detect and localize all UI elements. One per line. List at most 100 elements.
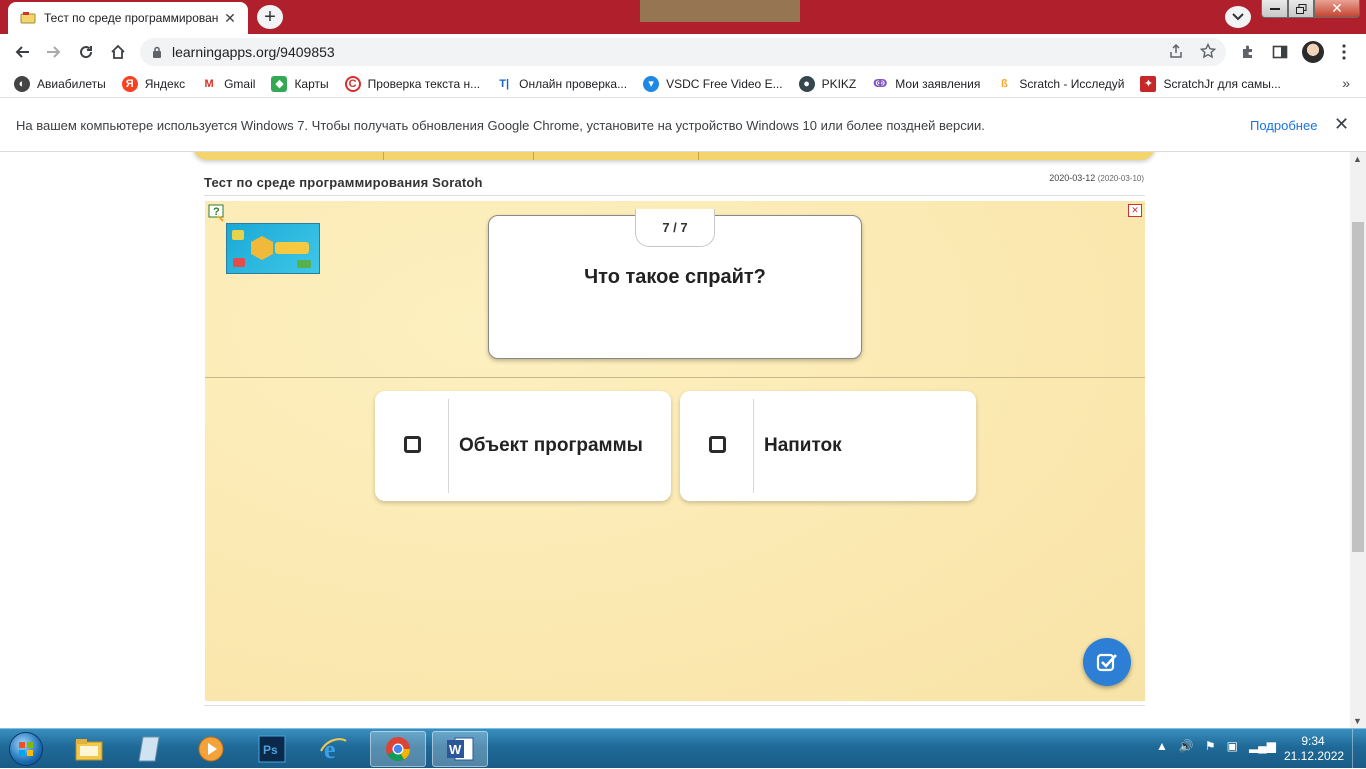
arrow-left-icon: [15, 46, 29, 58]
app-date-value: 2020-03-12: [1049, 173, 1096, 183]
media-player-icon: [198, 736, 224, 762]
reload-icon: [80, 46, 93, 59]
taskbar-clock[interactable]: 9:34 21.12.2022: [1284, 734, 1344, 764]
bookmark-item[interactable]: ✦ ScratchJr для самы...: [1140, 75, 1281, 92]
volume-icon[interactable]: 🔊: [1179, 739, 1194, 753]
question-counter: 7 / 7: [635, 209, 715, 247]
answer-label: Напиток: [764, 435, 842, 456]
profile-avatar[interactable]: [1302, 41, 1324, 63]
bookmark-label: Авиабилеты: [37, 76, 106, 91]
bookmark-label: VSDC Free Video E...: [666, 76, 783, 91]
app-title: Тест по среде программирования Soratoh: [204, 175, 483, 190]
address-bar[interactable]: learningapps.org/9409853: [140, 38, 1226, 66]
page-scrollbar[interactable]: ▲ ▼: [1350, 152, 1366, 728]
scrollbar-thumb[interactable]: [1352, 222, 1364, 552]
device-icon[interactable]: ▣: [1227, 739, 1238, 753]
clock-time: 9:34: [1301, 734, 1325, 748]
question-text: Что такое спрайт?: [584, 266, 766, 288]
bookmark-item[interactable]: C Проверка текста н...: [344, 75, 480, 92]
menu-kebab-icon[interactable]: [1334, 42, 1354, 62]
forward-button[interactable]: [42, 40, 66, 64]
share-icon[interactable]: [1168, 43, 1184, 59]
scroll-up-icon[interactable]: ▲: [1353, 154, 1362, 164]
bookmark-item[interactable]: ◆ Карты: [271, 75, 329, 92]
start-button[interactable]: [4, 731, 48, 767]
url-text: learningapps.org/9409853: [172, 44, 335, 60]
bookmark-item[interactable]: M Gmail: [201, 76, 256, 92]
explorer-taskbar-button[interactable]: [61, 731, 117, 767]
ie-taskbar-button[interactable]: e: [305, 731, 361, 767]
restore-icon: [1295, 3, 1306, 14]
page-content: Тест по среде программирования Soratoh 2…: [0, 152, 1350, 728]
reload-button[interactable]: [74, 40, 98, 64]
chrome-taskbar-button[interactable]: [370, 731, 426, 767]
media-taskbar-button[interactable]: [183, 731, 239, 767]
photoshop-taskbar-button[interactable]: Ps: [244, 731, 300, 767]
tab-title: Тест по среде программирован: [44, 11, 219, 25]
answer-separator: [448, 399, 449, 493]
image-hexagon: [251, 236, 273, 260]
checkbox-icon[interactable]: [709, 436, 726, 453]
infobar-close-icon[interactable]: ✕: [1334, 114, 1349, 135]
scroll-down-icon[interactable]: ▼: [1353, 716, 1362, 726]
answer-option[interactable]: Напиток: [680, 391, 976, 501]
browser-tab[interactable]: Тест по среде программирован ✕: [8, 2, 248, 34]
word-taskbar-button[interactable]: W: [432, 731, 488, 767]
fullscreen-icon[interactable]: ✕: [1128, 204, 1142, 217]
bookmark-item[interactable]: Я Яндекс: [121, 75, 186, 92]
new-tab-button[interactable]: +: [257, 5, 283, 29]
folder-icon: [75, 739, 103, 761]
extensions-icon[interactable]: [1238, 42, 1258, 62]
bookmark-item[interactable]: T| Онлайн проверка...: [496, 76, 627, 92]
applications-icon: ↂ: [873, 78, 888, 90]
bookmark-star-icon[interactable]: [1200, 43, 1216, 59]
side-panel-icon[interactable]: [1270, 42, 1290, 62]
app-stage: ? ✕ 7 / 7 Что такое спрайт? Объект прогр…: [205, 201, 1145, 701]
image-logo: [275, 242, 309, 254]
internet-explorer-icon: e: [320, 735, 347, 763]
stage-divider: [205, 377, 1145, 378]
checkbox-icon[interactable]: [404, 436, 421, 453]
answer-option[interactable]: Объект программы: [375, 391, 671, 501]
bookmark-label: Яндекс: [144, 76, 186, 91]
signal-icon[interactable]: ▂▄▆: [1249, 739, 1276, 753]
menu-divider: [533, 152, 534, 160]
check-answers-button[interactable]: [1083, 638, 1131, 686]
help-icon[interactable]: ?: [208, 204, 226, 222]
bookmark-item[interactable]: ◐ Авиабилеты: [14, 75, 106, 92]
pkikz-icon: ●: [798, 75, 815, 92]
title-underline: [204, 195, 1145, 196]
app-date: 2020-03-12 (2020-03-10): [1049, 173, 1144, 183]
window-close-button[interactable]: ✕: [1314, 0, 1360, 18]
bookmark-item[interactable]: ↂ Мои заявления: [872, 76, 980, 92]
photoshop-icon: Ps: [258, 735, 286, 763]
image-block: [297, 260, 311, 268]
word-icon: W: [447, 737, 474, 761]
scratchjr-icon: ✦: [1140, 75, 1157, 92]
bookmark-label: Карты: [294, 76, 329, 91]
notepad-taskbar-button[interactable]: [122, 731, 178, 767]
tab-search-button[interactable]: [1225, 6, 1251, 28]
bookmarks-bar: ◐ Авиабилеты Я Яндекс M Gmail ◆ Карты C Прове…: [0, 70, 1366, 98]
system-tray: ▲ 🔊 ⚑ ▣ ▂▄▆: [1156, 739, 1276, 753]
home-button[interactable]: [106, 40, 130, 64]
tab-close-icon[interactable]: ✕: [222, 10, 238, 27]
close-icon: ✕: [1331, 0, 1343, 16]
bookmark-item[interactable]: ß Scratch - Исследуй: [996, 76, 1124, 92]
show-desktop-button[interactable]: [1352, 729, 1366, 769]
window-restore-button[interactable]: [1288, 0, 1314, 18]
tray-expand-icon[interactable]: ▲: [1156, 739, 1168, 753]
bookmark-item[interactable]: ▾ VSDC Free Video E...: [643, 75, 783, 92]
task-image[interactable]: [226, 223, 320, 274]
infobar-message: На вашем компьютере используется Windows…: [16, 118, 985, 133]
globe-icon: ◐: [14, 75, 30, 92]
text-check-icon: C: [344, 75, 361, 92]
window-minimize-button[interactable]: [1261, 0, 1288, 18]
back-button[interactable]: [10, 40, 34, 64]
network-warning-icon[interactable]: ⚑: [1205, 739, 1216, 753]
infobar-more-link[interactable]: Подробнее: [1250, 118, 1317, 133]
bookmark-item[interactable]: ● PKIKZ: [798, 75, 856, 92]
update-infobar: На вашем компьютере используется Windows…: [0, 98, 1366, 152]
notepad-icon: [138, 736, 160, 762]
bookmarks-overflow-icon[interactable]: »: [1342, 75, 1350, 91]
